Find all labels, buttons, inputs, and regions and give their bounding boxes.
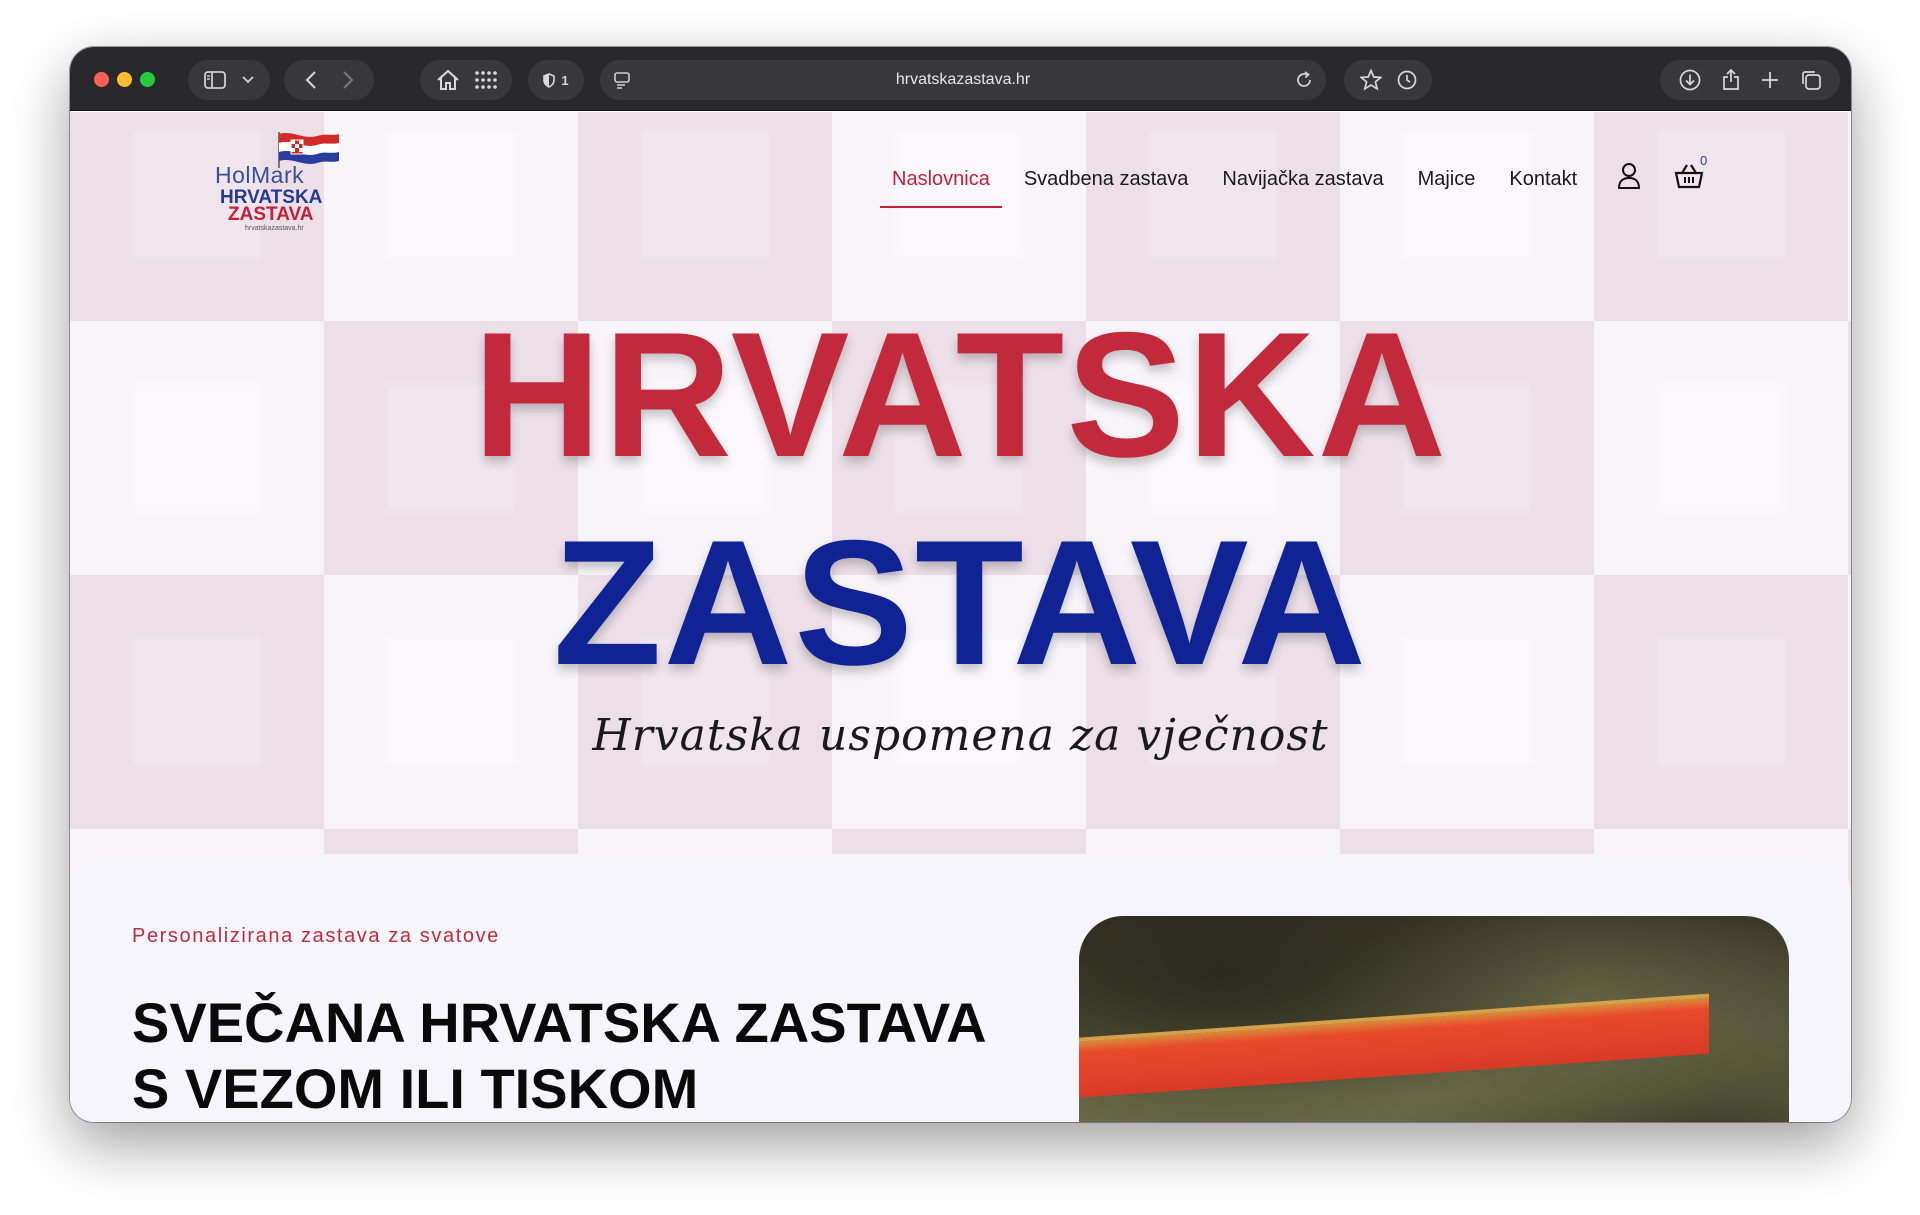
home-apps-group [420, 60, 512, 100]
content-card: Personalizirana zastava za svatove SVEČA… [70, 854, 1851, 1122]
download-icon[interactable] [1679, 69, 1701, 91]
nav-item-svadbena-zastava[interactable]: Svadbena zastava [1024, 168, 1189, 191]
share-icon[interactable] [1722, 69, 1740, 91]
actions-group [1660, 60, 1840, 100]
reload-icon[interactable] [1294, 70, 1314, 95]
star-icon[interactable] [1359, 69, 1382, 91]
nav-item-majice[interactable]: Majice [1418, 168, 1476, 191]
home-icon[interactable] [436, 69, 460, 91]
shield-icon: 1 [543, 72, 569, 88]
back-icon[interactable] [305, 71, 317, 89]
sidebar-toggle-group [188, 60, 270, 100]
address-bar[interactable]: hrvatskazastava.hr [600, 60, 1326, 100]
new-tab-icon[interactable] [1761, 71, 1779, 89]
product-photo [1079, 916, 1789, 1122]
hero-title-line2: ZASTAVA [553, 503, 1368, 702]
main-nav: Naslovnica Svadbena zastava Navijačka za… [880, 168, 1611, 208]
section-title: SVEČANA HRVATSKA ZASTAVA S VEZOM ILI TIS… [132, 991, 985, 1120]
logo-brand: HolMark [215, 162, 305, 188]
browser-window: 1 hrvatskazastava.hr HolMark HRVATSKA ZA… [70, 47, 1851, 1122]
section-kicker: Personalizirana zastava za svatove [132, 925, 500, 947]
nav-item-navijacka-zastava[interactable]: Navijačka zastava [1222, 168, 1383, 191]
history-icon[interactable] [1397, 70, 1417, 90]
hero-title-line1: HRVATSKA [472, 295, 1449, 494]
site-header: HolMark HRVATSKA ZASTAVA hrvatskazastava… [70, 112, 1851, 242]
bookmark-history-group [1344, 60, 1432, 100]
account-icon[interactable] [1617, 162, 1641, 195]
site-logo[interactable]: HolMark HRVATSKA ZASTAVA hrvatskazastava… [215, 130, 345, 232]
apps-grid-icon[interactable] [474, 71, 497, 89]
cart-count-badge: 0 [1700, 153, 1708, 168]
tab-overview-icon[interactable] [1800, 69, 1822, 91]
close-window-button[interactable] [94, 72, 109, 87]
zoom-window-button[interactable] [140, 72, 155, 87]
navigation-group [284, 60, 374, 100]
nav-item-naslovnica[interactable]: Naslovnica [880, 168, 1002, 208]
shield-count: 1 [561, 72, 569, 88]
nav-item-kontakt[interactable]: Kontakt [1509, 168, 1577, 191]
url-text: hrvatskazastava.hr [895, 71, 1031, 88]
forward-icon[interactable] [342, 71, 354, 89]
browser-toolbar: 1 hrvatskazastava.hr [70, 47, 1851, 111]
logo-url: hrvatskazastava.hr [245, 225, 304, 232]
hero-section: HolMark HRVATSKA ZASTAVA hrvatskazastava… [70, 112, 1851, 1083]
sidebar-icon[interactable] [204, 71, 226, 89]
chevron-down-icon[interactable] [242, 76, 254, 84]
web-page: HolMark HRVATSKA ZASTAVA hrvatskazastava… [70, 112, 1851, 1122]
hero-tagline: Hrvatska uspomena za vječnost [592, 710, 1329, 761]
privacy-report-button[interactable]: 1 [528, 60, 584, 100]
minimize-window-button[interactable] [117, 72, 132, 87]
logo-line2: ZASTAVA [228, 204, 314, 225]
